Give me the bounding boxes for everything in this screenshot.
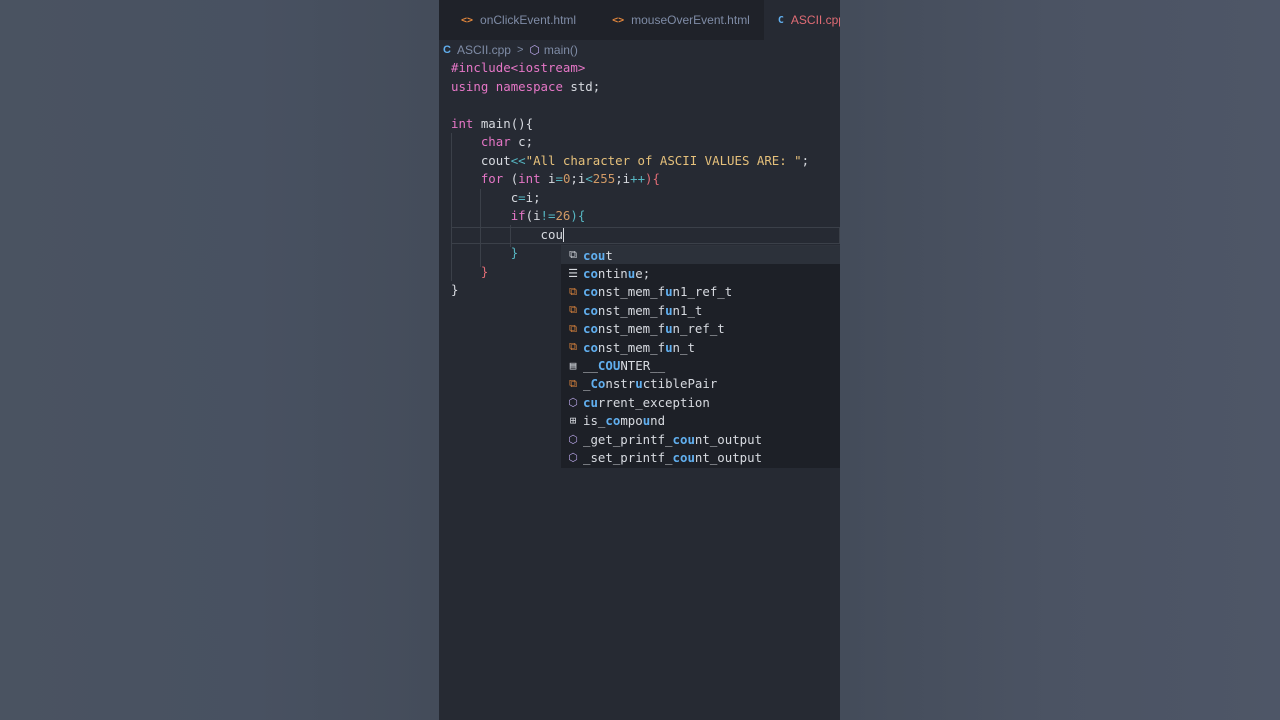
code-line: char c; — [451, 133, 840, 152]
html-icon: <> — [461, 14, 474, 26]
tab-bar: <> onClickEvent.html <> mouseOverEvent.h… — [439, 0, 840, 40]
number-literal: 26 — [555, 208, 571, 223]
class-icon: ⧉ — [569, 376, 577, 390]
bracket: ){ — [570, 208, 586, 223]
code-line: cout<<"All character of ASCII VALUES ARE… — [451, 152, 840, 171]
cpp-icon: C — [443, 44, 451, 56]
code-text: ( — [503, 171, 519, 186]
operator: ++ — [630, 171, 646, 186]
code-text: std; — [562, 78, 601, 94]
code-line: for (int i=0;i<255;i++){ — [451, 170, 840, 189]
code-line: using namespace std; — [451, 78, 840, 97]
keyword: if — [510, 208, 526, 223]
code-text: i — [540, 171, 556, 186]
bracket: } — [480, 263, 489, 279]
typed-text: cou — [540, 226, 563, 242]
code-text: cout — [480, 152, 511, 168]
breadcrumb: C ASCII.cpp > ⬡ main() — [443, 42, 578, 58]
code-text: (i — [525, 208, 541, 223]
keyword: using — [451, 78, 489, 94]
suggestion-item[interactable]: ⬡ _set_printf_count_output — [561, 448, 840, 466]
cpp-icon: C — [777, 14, 784, 26]
suggestion-item[interactable]: ⬡ _get_printf_count_output — [561, 430, 840, 448]
keyword: namespace — [495, 78, 563, 94]
tab-label: onClickEvent.html — [480, 13, 577, 27]
suggestion-item[interactable]: ⊞ is_compound — [561, 412, 840, 430]
text-caret — [562, 228, 565, 242]
autocomplete-suggestions[interactable]: ⧉ cout ☰ continue; ⧉ const_mem_fun1_ref_… — [561, 245, 840, 468]
class-icon: ⧉ — [569, 340, 577, 354]
code-line: int main(){ — [451, 115, 840, 134]
code-text: ;i — [615, 171, 631, 186]
suggestion-item[interactable]: ⧉ _ConstructiblePair — [561, 375, 840, 393]
suggestion-item[interactable]: ⬡ current_exception — [561, 393, 840, 411]
type-keyword: int — [451, 115, 474, 131]
string-literal: "All character of ASCII VALUES ARE: " — [525, 152, 802, 168]
bracket: } — [510, 245, 519, 260]
struct-icon: ⊞ — [569, 414, 577, 428]
code-text: ; — [801, 152, 810, 168]
operator: != — [540, 208, 556, 223]
suggestion-item[interactable]: ▤ __COUNTER__ — [561, 356, 840, 374]
code-text: i; — [525, 189, 541, 205]
chevron-right-icon: > — [516, 44, 524, 56]
code-line: c=i; — [451, 189, 840, 208]
type-keyword: int — [518, 171, 541, 186]
operator: < — [585, 171, 593, 186]
suggestion-item[interactable]: ☰ continue; — [561, 264, 840, 282]
tab-label: ASCII.cpp — [790, 13, 840, 27]
suggestion-item[interactable]: ⧉ cout — [561, 246, 840, 265]
bracket: } — [451, 282, 459, 297]
code-editor[interactable]: <> onClickEvent.html <> mouseOverEvent.h… — [439, 0, 840, 720]
suggestion-item[interactable]: ⧉ const_mem_fun_ref_t — [561, 320, 840, 338]
suggestion-item[interactable]: ⧉ const_mem_fun1_ref_t — [561, 283, 840, 301]
tab-onclickevent[interactable]: <> onClickEvent.html — [439, 0, 590, 40]
tab-mouseoverevent[interactable]: <> mouseOverEvent.html — [590, 0, 764, 40]
tab-ascii-cpp[interactable]: C ASCII.cpp — [763, 0, 840, 40]
suggestion-item[interactable]: ⧉ const_mem_fun1_t — [561, 301, 840, 319]
breadcrumb-symbol[interactable]: main() — [544, 43, 578, 57]
html-icon: <> — [612, 14, 625, 26]
number-literal: 255 — [592, 171, 616, 186]
tab-label: mouseOverEvent.html — [631, 13, 750, 27]
bracket: ){ — [645, 171, 660, 186]
function-icon: ⬡ — [568, 432, 578, 446]
function-icon: ⬡ — [568, 395, 578, 409]
breadcrumb-file[interactable]: ASCII.cpp — [457, 43, 511, 57]
code-text: c; — [510, 134, 534, 149]
suggestion-item[interactable]: ⧉ const_mem_fun_t — [561, 338, 840, 356]
operator: << — [510, 152, 526, 168]
class-icon: ⧉ — [569, 303, 577, 317]
method-cube-icon: ⬡ — [529, 43, 540, 57]
constant-icon: ▤ — [569, 359, 577, 373]
code-line: #include<iostream> — [451, 59, 840, 78]
function-icon: ⬡ — [568, 450, 578, 464]
include-directive: #include<iostream> — [451, 60, 586, 75]
keyword: for — [480, 171, 504, 186]
type-keyword: char — [480, 134, 511, 149]
code-text: main(){ — [473, 115, 534, 131]
code-line-current: cou — [451, 226, 840, 245]
snippet-icon: ☰ — [568, 267, 578, 281]
class-icon: ⧉ — [569, 284, 577, 298]
operator: = — [518, 189, 526, 205]
code-text: ;i — [570, 171, 586, 186]
class-icon: ⧉ — [569, 321, 577, 335]
variable-icon: ⧉ — [569, 248, 577, 262]
code-line: if(i!=26){ — [451, 207, 840, 226]
operator: = — [555, 171, 563, 186]
